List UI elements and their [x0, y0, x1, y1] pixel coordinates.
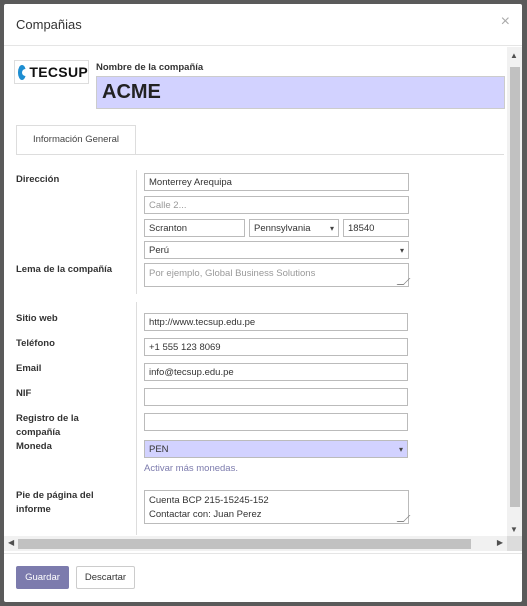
slogan-textarea[interactable]: Por ejemplo, Global Business Solutions — [144, 263, 411, 287]
registry-label: Registro de la compañía — [16, 413, 79, 438]
close-icon[interactable]: × — [501, 13, 510, 31]
vertical-scrollbar[interactable]: ▲ ▼ — [507, 47, 522, 536]
email-label: Email — [16, 363, 42, 374]
address-label: Dirección — [16, 174, 60, 185]
dialog-header: Compañias × — [4, 4, 522, 46]
zip-input[interactable]: 18540 — [343, 219, 409, 237]
currency-select[interactable]: PEN — [144, 440, 408, 458]
column-divider-2 — [136, 302, 137, 535]
street2-input[interactable]: Calle 2... — [144, 196, 409, 214]
vertical-scroll-thumb[interactable] — [510, 67, 520, 507]
country-select[interactable]: Perú — [144, 241, 409, 259]
report-footer-textarea[interactable]: Cuenta BCP 215-15245-152 Contactar con: … — [144, 490, 411, 524]
activate-currencies-link[interactable]: Activar más monedas. — [144, 463, 238, 474]
dialog-title: Compañias — [16, 17, 82, 32]
scrollbar-corner — [507, 536, 522, 551]
tab-general-information[interactable]: Información General — [16, 125, 136, 155]
scroll-down-icon[interactable]: ▼ — [510, 525, 518, 534]
tabs-divider — [16, 154, 504, 155]
save-button[interactable]: Guardar — [16, 566, 69, 589]
horizontal-scroll-thumb[interactable] — [18, 539, 471, 549]
slogan-label: Lema de la compañía — [16, 264, 113, 275]
company-name-label: Nombre de la compañía — [96, 62, 204, 73]
nif-input[interactable] — [144, 388, 408, 406]
website-label: Sitio web — [16, 313, 58, 324]
dialog-body: TECSUP Nombre de la compañía ACME Inform… — [4, 47, 522, 553]
phone-label: Teléfono — [16, 338, 55, 349]
company-logo[interactable]: TECSUP — [14, 60, 89, 84]
column-divider — [136, 170, 137, 294]
currency-label: Moneda — [16, 441, 52, 452]
phone-input[interactable]: +1 555 123 8069 — [144, 338, 408, 356]
slogan-placeholder: Por ejemplo, Global Business Solutions — [149, 268, 316, 279]
logo-mark-icon — [18, 64, 30, 80]
website-input[interactable]: http://www.tecsup.edu.pe — [144, 313, 408, 331]
logo-text: TECSUP — [29, 64, 88, 80]
scroll-up-icon[interactable]: ▲ — [510, 51, 518, 60]
discard-button[interactable]: Descartar — [76, 566, 135, 589]
email-input[interactable]: info@tecsup.edu.pe — [144, 363, 408, 381]
street-input[interactable]: Monterrey Arequipa — [144, 173, 409, 191]
horizontal-scrollbar[interactable]: ◀ ▶ — [4, 536, 507, 551]
city-input[interactable]: Scranton — [144, 219, 245, 237]
nif-label: NIF — [16, 388, 32, 399]
scroll-left-icon[interactable]: ◀ — [8, 538, 14, 547]
company-name-input[interactable]: ACME — [96, 76, 505, 109]
dialog-footer: Guardar Descartar — [4, 553, 522, 602]
companies-dialog: Compañias × TECSUP Nombre de la compañía… — [4, 4, 522, 602]
report-footer-label: Pie de página del informe — [16, 490, 94, 515]
state-select[interactable]: Pennsylvania — [249, 219, 339, 237]
footer-line-1: Cuenta BCP 215-15245-152 — [149, 495, 269, 506]
footer-line-2: Contactar con: Juan Perez — [149, 509, 262, 520]
registry-input[interactable] — [144, 413, 408, 431]
scroll-right-icon[interactable]: ▶ — [497, 538, 503, 547]
resize-handle-icon[interactable] — [396, 278, 411, 285]
